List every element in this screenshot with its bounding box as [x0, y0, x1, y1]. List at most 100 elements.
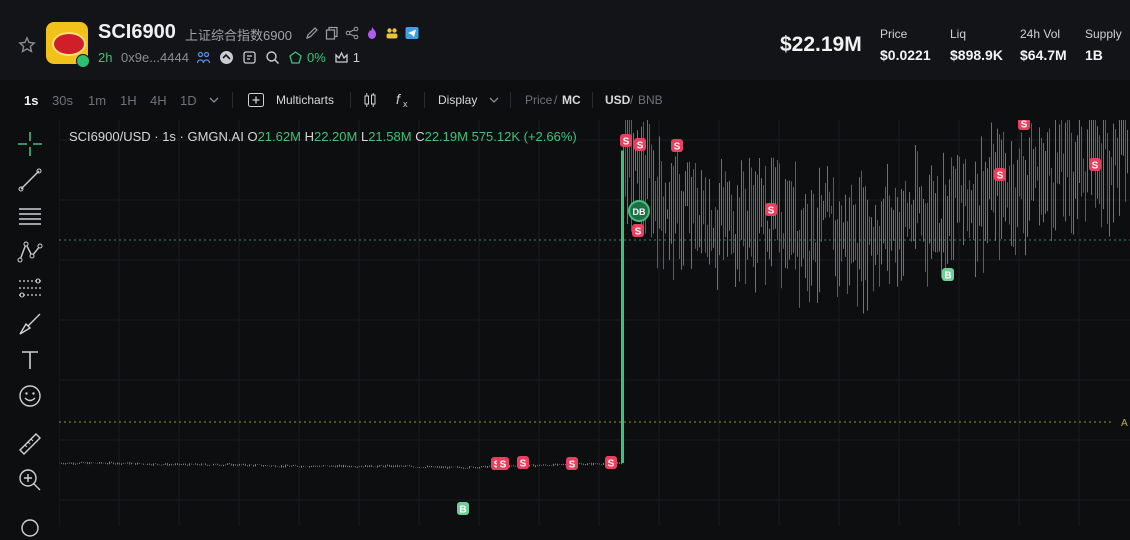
brush-icon[interactable] [16, 310, 44, 338]
chart-toolbar: 1s 30s 1m 1H 4H 1D Multicharts fx Displa… [0, 80, 1130, 120]
stat-liq-value: $898.9K [950, 47, 1003, 63]
drawing-tools [0, 120, 58, 537]
magnet-icon[interactable] [16, 512, 44, 540]
share-icon[interactable] [345, 26, 359, 40]
sell-marker-label: S [635, 227, 642, 238]
timeframe-1h[interactable]: 1H [120, 93, 137, 108]
chevron-down-icon[interactable] [209, 95, 219, 105]
holders-percent: 0% [307, 49, 326, 65]
sell-marker: S [620, 134, 632, 148]
axis-tag: A [1121, 418, 1128, 429]
copy-icon[interactable] [325, 26, 339, 40]
timeframe-1m[interactable]: 1m [88, 93, 106, 108]
sell-marker: S [765, 203, 777, 217]
sell-marker: S [517, 456, 529, 470]
sell-marker-label: S [768, 206, 775, 217]
price-chart[interactable]: A SSSSSSSSSSSSSBBDB [58, 88, 1130, 526]
dev-buy-marker-label: DB [633, 207, 646, 217]
sell-marker: S [994, 168, 1006, 182]
telegram-icon[interactable] [405, 26, 419, 40]
star-icon[interactable] [18, 36, 36, 54]
sell-marker: S [671, 139, 683, 153]
sell-marker-label: S [623, 137, 630, 148]
fib-retracement-icon[interactable] [16, 274, 44, 302]
sell-marker-label: S [997, 171, 1004, 182]
stat-liq-label: Liq [950, 27, 967, 41]
stat-volume-value: $64.7M [1020, 47, 1067, 63]
timeframe-4h[interactable]: 4H [150, 93, 167, 108]
candle-type-icon[interactable] [362, 92, 378, 108]
stat-supply: Supply 1B [1085, 27, 1122, 63]
header-action-icons [305, 24, 419, 42]
crown-icon[interactable] [334, 50, 349, 65]
svg-text:x: x [403, 99, 408, 109]
timeframe-1d[interactable]: 1D [180, 93, 197, 108]
sell-marker-label: S [674, 142, 681, 153]
holders-icon[interactable] [196, 50, 211, 65]
sell-marker: S [634, 138, 646, 152]
sell-marker: S [1018, 117, 1030, 131]
stat-liq: Liq $898.9K [950, 27, 1003, 63]
chain-badge-icon [76, 54, 90, 68]
buy-marker: B [942, 268, 954, 282]
candles [59, 88, 1128, 470]
sell-marker-label: S [608, 459, 615, 470]
display-button[interactable]: Display [438, 93, 477, 107]
price-toggle[interactable]: Price [525, 93, 552, 107]
trend-line-icon[interactable] [16, 166, 44, 194]
multicharts-button[interactable]: Multicharts [276, 93, 334, 107]
sell-marker-label: S [1021, 120, 1028, 131]
sell-marker: S [497, 457, 509, 471]
stat-price-value: $0.0221 [880, 47, 931, 63]
toggle-slash: / [554, 93, 558, 107]
sell-marker-label: S [569, 460, 576, 471]
chef-icon[interactable] [242, 50, 257, 65]
search-icon[interactable] [265, 50, 280, 65]
sell-marker-label: S [500, 460, 507, 471]
sell-marker-label: S [637, 141, 644, 152]
timeframe-30s[interactable]: 30s [52, 93, 73, 108]
mc-toggle[interactable]: MC [562, 93, 581, 107]
buy-marker: B [457, 502, 469, 516]
close-value: 22.19M [424, 129, 468, 144]
buy-marker-label: B [944, 271, 951, 282]
toggle-slash-2: / [630, 93, 634, 107]
sell-marker: S [566, 457, 578, 471]
sell-marker: S [1089, 158, 1101, 172]
indicators-icon[interactable]: fx [396, 91, 412, 109]
low-value: 21.58M [368, 129, 412, 144]
text-icon[interactable] [16, 346, 44, 374]
open-label: O [247, 129, 258, 144]
dev-icon[interactable] [219, 50, 234, 65]
crown-count: 1 [352, 49, 361, 65]
sell-marker: S [605, 456, 617, 470]
stat-supply-label: Supply [1085, 27, 1122, 41]
timeframe-1s[interactable]: 1s [24, 93, 38, 108]
fire-icon [365, 26, 379, 40]
usd-toggle[interactable]: USD [605, 93, 630, 107]
svg-text:f: f [396, 91, 402, 107]
sell-marker-label: S [520, 459, 527, 470]
top10-icon[interactable] [288, 50, 303, 65]
open-value: 21.62M [257, 129, 301, 144]
pattern-icon[interactable] [16, 238, 44, 266]
ruler-icon[interactable] [16, 430, 44, 458]
high-label: H [304, 129, 314, 144]
edit-icon[interactable] [305, 26, 319, 40]
add-chart-icon[interactable] [248, 93, 264, 107]
emoji-icon[interactable] [16, 382, 44, 410]
buy-marker-label: B [459, 505, 466, 516]
crosshair-icon[interactable] [16, 130, 44, 158]
change-value: 575.12K (+2.66%) [471, 129, 577, 144]
candlestick-chart[interactable]: A SSSSSSSSSSSSSBBDB [58, 88, 1130, 526]
market-cap-value: $22.19M [780, 33, 862, 56]
zoom-in-icon[interactable] [16, 466, 44, 494]
contract-address[interactable]: 0x9e...4444 [121, 50, 189, 65]
bnb-toggle[interactable]: BNB [638, 93, 663, 107]
token-symbol: SCI6900 [98, 21, 176, 43]
horizontal-lines-icon[interactable] [16, 202, 44, 230]
stat-price: Price $0.0221 [880, 27, 931, 63]
stat-supply-value: 1B [1085, 47, 1103, 63]
chevron-down-icon[interactable] [489, 95, 499, 105]
close-label: C [415, 129, 425, 144]
